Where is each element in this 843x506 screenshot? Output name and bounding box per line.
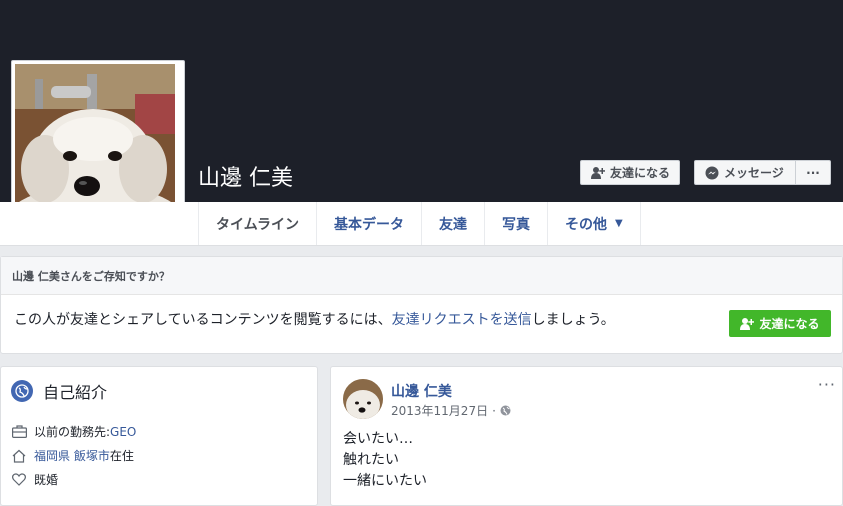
post-line: 触れたい [343,452,399,468]
tab-more-label: その他 [565,216,608,233]
post-card: 山邊 仁美 2013年11月27日 · ··· 会いたい… 触れたい 一緒にいた… [330,366,843,506]
post-line: 会いたい… [343,431,413,447]
friend-request-text-pre: この人が友達とシェアしているコンテンツを閲覧するには、 [14,312,392,328]
tab-more[interactable]: その他 ▼ [547,202,641,245]
add-friend-green-label: 友達になる [759,317,820,331]
post-options-button[interactable]: ··· [818,375,836,394]
add-friend-icon [740,317,755,330]
post-line: 一緒にいたい [343,473,427,489]
intro-relationship-text: 既婚 [34,473,59,487]
friend-request-text-post: しましょう。 [531,312,615,328]
post-author-name[interactable]: 山邊 仁美 [391,381,452,401]
tab-photos[interactable]: 写真 [484,202,547,245]
friend-request-card: 山邊 仁美さんをご存知ですか？ この人が友達とシェアしているコンテンツを閲覧する… [0,256,843,354]
globe-icon [11,380,33,402]
intro-location-link[interactable]: 福岡県 飯塚市 [34,447,110,464]
message-label: メッセージ [724,166,784,180]
tab-about-label: 基本データ [334,216,405,233]
tab-about[interactable]: 基本データ [316,202,421,245]
tab-friends-label: 友達 [439,216,468,233]
briefcase-icon [11,425,27,438]
profile-name[interactable]: 山邊 仁美 [198,160,293,192]
tab-timeline-label: タイムライン [216,216,300,233]
intro-relationship: 既婚 [11,471,58,488]
intro-work-prefix: 以前の勤務先: [34,425,111,439]
friend-request-message: この人が友達とシェアしているコンテンツを閲覧するには、友達リクエストを送信しまし… [14,309,615,329]
dog-photo [15,64,175,224]
post-body: 会いたい… 触れたい 一緒にいたい [343,429,427,492]
intro-title: 自己紹介 [43,383,108,402]
caret-down-icon: ▼ [615,218,623,229]
post-date[interactable]: 2013年11月27日 [391,402,488,419]
message-button[interactable]: メッセージ [694,160,796,185]
post-meta: 2013年11月27日 · [391,402,511,419]
tab-photos-label: 写真 [502,216,531,233]
home-icon [11,449,27,463]
intro-card: 自己紹介 以前の勤務先: GEO 福岡県 飯塚市 在住 既婚 [0,366,318,506]
intro-work: 以前の勤務先: GEO [11,423,136,440]
post-meta-separator: · [492,403,496,418]
add-friend-label: 友達になる [610,166,671,180]
public-globe-icon [500,405,511,416]
post-author-avatar[interactable] [343,379,383,419]
messenger-icon [705,166,719,180]
intro-location: 福岡県 飯塚市 在住 [11,447,134,464]
send-friend-request-link[interactable]: 友達リクエストを送信 [392,312,532,328]
more-options-label: ··· [806,165,820,180]
tab-friends[interactable]: 友達 [421,202,484,245]
heart-icon [11,473,27,486]
add-friend-icon [591,166,605,179]
add-friend-green-button[interactable]: 友達になる [729,310,831,337]
intro-work-link[interactable]: GEO [110,425,136,439]
friend-request-header: 山邊 仁美さんをご存知ですか？ [1,257,842,295]
more-options-button[interactable]: ··· [795,160,831,185]
add-friend-button[interactable]: 友達になる [580,160,680,185]
intro-location-suffix: 在住 [109,449,134,463]
tab-timeline[interactable]: タイムライン [198,202,316,245]
profile-tab-bar: タイムライン 基本データ 友達 写真 その他 ▼ [0,202,843,246]
